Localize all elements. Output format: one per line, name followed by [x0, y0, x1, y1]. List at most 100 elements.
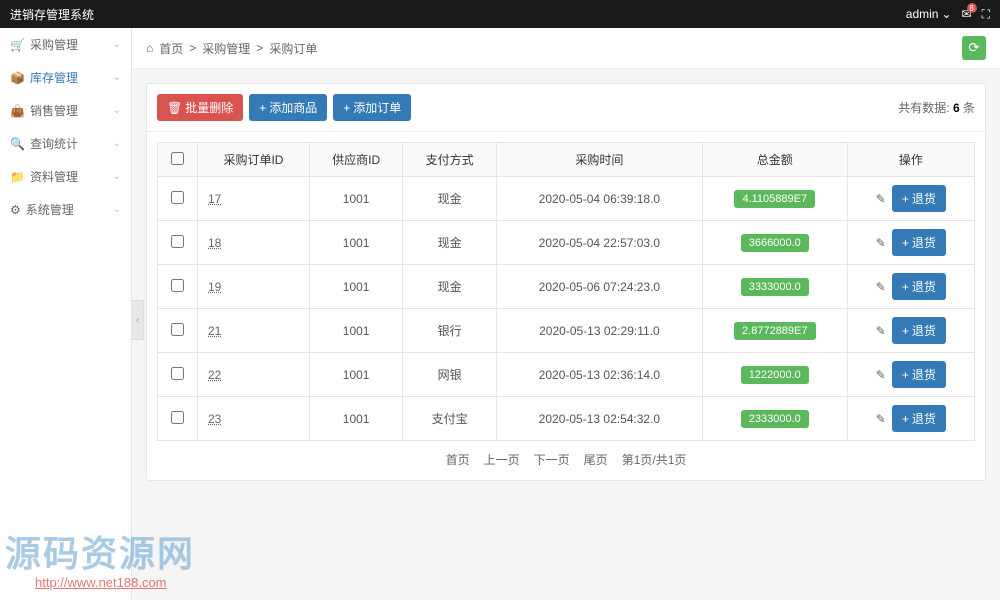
time-cell: 2020-05-13 02:29:11.0	[496, 309, 702, 353]
edit-icon[interactable]: ✎	[876, 368, 886, 382]
sidebar-item-data[interactable]: 📁资料管理 ⌄	[0, 160, 131, 193]
box-icon: 📦	[10, 71, 25, 85]
order-id-link[interactable]: 22	[208, 368, 221, 382]
breadcrumb: ⌂ 首页 > 采购管理 > 采购订单	[146, 40, 317, 57]
sidebar-item-sales[interactable]: 👜销售管理 ⌄	[0, 94, 131, 127]
pay-method-cell: 支付宝	[403, 397, 497, 441]
bag-icon: 👜	[10, 104, 25, 118]
order-id-link[interactable]: 23	[208, 412, 221, 426]
supplier-id-cell: 1001	[309, 265, 403, 309]
sidebar: 🛒采购管理 ⌄ 📦库存管理 ⌄ 👜销售管理 ⌄ 🔍查询统计 ⌄ 📁资料管理 ⌄ …	[0, 28, 132, 600]
pay-method-cell: 现金	[403, 221, 497, 265]
fullscreen-icon[interactable]: ⛶	[982, 7, 990, 22]
time-cell: 2020-05-06 07:24:23.0	[496, 265, 702, 309]
edit-icon[interactable]: ✎	[876, 412, 886, 426]
table-row: 221001网银2020-05-13 02:36:14.01222000.0✎+…	[158, 353, 975, 397]
supplier-id-cell: 1001	[309, 177, 403, 221]
add-order-button[interactable]: + 添加订单	[333, 94, 411, 121]
time-cell: 2020-05-04 22:57:03.0	[496, 221, 702, 265]
order-id-link[interactable]: 17	[208, 192, 221, 206]
plus-icon: +	[902, 236, 909, 250]
plus-icon: +	[902, 368, 909, 382]
amount-badge: 2.8772889E7	[734, 322, 815, 340]
order-id-link[interactable]: 21	[208, 324, 221, 338]
col-amount: 总金额	[702, 143, 847, 177]
page-prev[interactable]: 上一页	[484, 451, 520, 468]
col-order-id: 采购订单ID	[198, 143, 310, 177]
plus-icon: +	[902, 412, 909, 426]
return-button[interactable]: + 退货	[892, 317, 946, 344]
chevron-down-icon: ⌄	[113, 204, 121, 215]
page-next[interactable]: 下一页	[534, 451, 570, 468]
sidebar-item-query[interactable]: 🔍查询统计 ⌄	[0, 127, 131, 160]
search-icon: 🔍	[10, 137, 25, 151]
plus-icon: +	[902, 192, 909, 206]
breadcrumb-home[interactable]: 首页	[159, 40, 183, 57]
amount-badge: 3666000.0	[741, 234, 809, 252]
edit-icon[interactable]: ✎	[876, 280, 886, 294]
folder-icon: 📁	[10, 170, 25, 184]
add-product-button[interactable]: + 添加商品	[249, 94, 327, 121]
chevron-down-icon: ⌄	[113, 105, 121, 116]
chevron-down-icon: ⌄	[113, 39, 121, 50]
time-cell: 2020-05-13 02:54:32.0	[496, 397, 702, 441]
return-button[interactable]: + 退货	[892, 405, 946, 432]
order-id-link[interactable]: 18	[208, 236, 221, 250]
edit-icon[interactable]: ✎	[876, 324, 886, 338]
breadcrumb-level2: 采购订单	[269, 40, 317, 57]
breadcrumb-level1[interactable]: 采购管理	[202, 40, 250, 57]
sidebar-item-inventory[interactable]: 📦库存管理 ⌄	[0, 61, 131, 94]
bulk-delete-button[interactable]: 🗑 批量删除	[157, 94, 243, 121]
pay-method-cell: 银行	[403, 309, 497, 353]
refresh-icon: ⟳	[968, 40, 979, 56]
col-pay-method: 支付方式	[403, 143, 497, 177]
supplier-id-cell: 1001	[309, 397, 403, 441]
plus-icon: +	[343, 101, 350, 115]
sidebar-item-purchase[interactable]: 🛒采购管理 ⌄	[0, 28, 131, 61]
username: admin	[906, 7, 939, 21]
edit-icon[interactable]: ✎	[876, 236, 886, 250]
chevron-down-icon: ⌄	[113, 72, 121, 83]
time-cell: 2020-05-13 02:36:14.0	[496, 353, 702, 397]
edit-icon[interactable]: ✎	[876, 192, 886, 206]
refresh-button[interactable]: ⟳	[962, 36, 986, 60]
plus-icon: +	[259, 101, 266, 115]
app-title: 进销存管理系统	[10, 6, 94, 23]
mail-button[interactable]: ✉ 8	[962, 7, 972, 21]
page-first[interactable]: 首页	[446, 451, 470, 468]
return-button[interactable]: + 退货	[892, 361, 946, 388]
return-button[interactable]: + 退货	[892, 229, 946, 256]
page-info: 第1页/共1页	[622, 451, 687, 468]
order-id-link[interactable]: 19	[208, 280, 221, 294]
page-last[interactable]: 尾页	[584, 451, 608, 468]
amount-badge: 3333000.0	[741, 278, 809, 296]
col-time: 采购时间	[496, 143, 702, 177]
row-checkbox[interactable]	[171, 191, 184, 204]
return-button[interactable]: + 退货	[892, 273, 946, 300]
return-button[interactable]: + 退货	[892, 185, 946, 212]
row-checkbox[interactable]	[171, 411, 184, 424]
table-row: 231001支付宝2020-05-13 02:54:32.02333000.0✎…	[158, 397, 975, 441]
row-checkbox[interactable]	[171, 279, 184, 292]
row-checkbox[interactable]	[171, 323, 184, 336]
home-icon[interactable]: ⌂	[146, 41, 153, 55]
user-menu[interactable]: admin ⌄	[906, 7, 952, 21]
table-row: 211001银行2020-05-13 02:29:11.02.8772889E7…	[158, 309, 975, 353]
trash-icon: 🗑	[167, 101, 182, 115]
supplier-id-cell: 1001	[309, 353, 403, 397]
amount-badge: 1222000.0	[741, 366, 809, 384]
sidebar-item-system[interactable]: ⚙系统管理 ⌄	[0, 193, 131, 226]
pay-method-cell: 现金	[403, 177, 497, 221]
gear-icon: ⚙	[10, 203, 21, 217]
table-row: 18 1001现金2020-05-04 22:57:03.0 3666000.0 ✎ +…	[158, 221, 975, 265]
row-checkbox[interactable]	[171, 367, 184, 380]
row-checkbox[interactable]	[171, 235, 184, 248]
supplier-id-cell: 1001	[309, 221, 403, 265]
sidebar-collapse-handle[interactable]: ‹	[132, 300, 144, 340]
amount-badge: 4.1105889E7	[734, 190, 815, 208]
select-all-checkbox[interactable]	[171, 152, 184, 165]
chevron-down-icon: ⌄	[113, 171, 121, 182]
cart-icon: 🛒	[10, 38, 25, 52]
chevron-down-icon: ⌄	[941, 7, 951, 21]
col-supplier-id: 供应商ID	[309, 143, 403, 177]
